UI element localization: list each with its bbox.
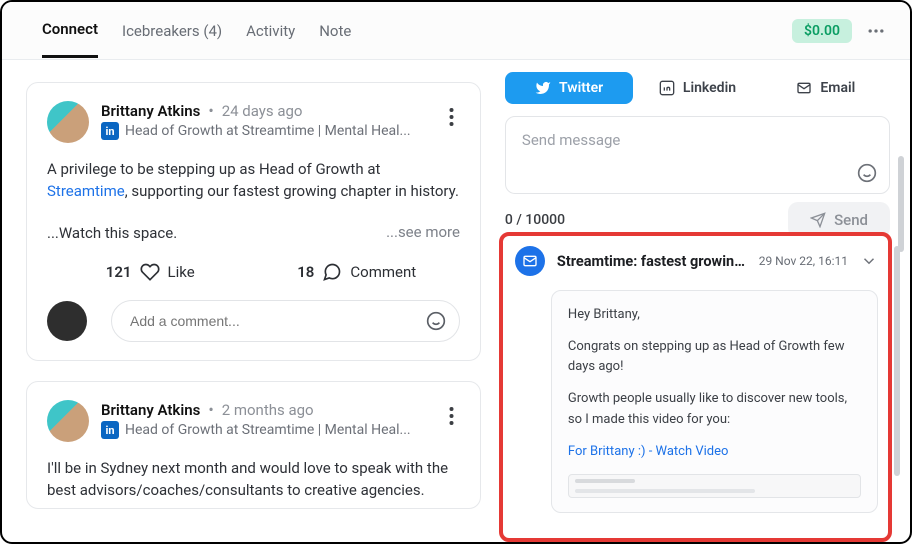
main-tabs: Connect Icebreakers (4) Activity Note — [42, 2, 351, 59]
feed-post: Brittany Atkins • 24 days ago in Head of… — [26, 82, 481, 361]
like-label: Like — [168, 263, 195, 281]
send-button-label: Send — [834, 211, 868, 229]
post-body-line2: ...Watch this space. — [47, 223, 177, 245]
feed-post: Brittany Atkins • 2 months ago in Head o… — [26, 381, 481, 509]
composer-placeholder: Send message — [506, 117, 889, 163]
balance-badge: $0.00 — [792, 19, 852, 43]
separator-dot: • — [204, 101, 217, 120]
post-author-role: Head of Growth at Streamtime | Mental He… — [125, 123, 411, 139]
email-body: Hey Brittany, Congrats on stepping up as… — [551, 290, 878, 513]
scrollbar-thumb[interactable] — [894, 246, 900, 476]
more-icon[interactable] — [866, 21, 886, 41]
like-button[interactable]: 121 Like — [47, 262, 253, 282]
add-comment-input[interactable] — [111, 300, 460, 342]
tab-icebreakers[interactable]: Icebreakers (4) — [122, 5, 222, 57]
post-author[interactable]: Brittany Atkins — [101, 102, 200, 120]
twitter-icon — [535, 80, 551, 96]
post-body: A privilege to be stepping up as Head of… — [47, 159, 460, 203]
channel-linkedin-label: Linkedin — [683, 80, 736, 96]
emoji-icon[interactable] — [857, 163, 877, 183]
post-author[interactable]: Brittany Atkins — [101, 401, 200, 419]
post-body: I'll be in Sydney next month and would l… — [47, 458, 460, 502]
post-age: 24 days ago — [222, 102, 303, 120]
like-count: 121 — [106, 263, 132, 281]
post-menu-icon[interactable] — [443, 400, 460, 432]
see-more-link[interactable]: ...see more — [386, 223, 460, 245]
email-thread-icon — [515, 246, 545, 276]
channel-switcher: Twitter Linkedin Email — [505, 72, 890, 104]
channel-email[interactable]: Email — [762, 72, 890, 104]
chevron-down-icon[interactable] — [860, 252, 878, 270]
channel-twitter[interactable]: Twitter — [505, 72, 633, 104]
comment-button[interactable]: 18 Comment — [253, 262, 459, 282]
avatar[interactable] — [47, 101, 89, 143]
post-body-link[interactable]: Streamtime — [47, 182, 125, 200]
linkedin-badge-icon: in — [101, 421, 119, 439]
email-thread-callout: Streamtime: fastest growin... 29 Nov 22,… — [499, 232, 892, 542]
email-date: 29 Nov 22, 16:11 — [759, 254, 848, 268]
comment-label: Comment — [350, 263, 416, 281]
channel-email-label: Email — [820, 80, 855, 96]
self-avatar[interactable] — [47, 301, 87, 341]
emoji-icon[interactable] — [426, 311, 446, 331]
email-paragraph: Congrats on stepping up as Head of Growt… — [568, 337, 861, 377]
message-composer[interactable]: Send message — [505, 116, 890, 194]
email-subject[interactable]: Streamtime: fastest growin... — [557, 253, 747, 270]
scrollbar-thumb[interactable] — [898, 156, 904, 252]
post-menu-icon[interactable] — [443, 101, 460, 133]
tab-connect[interactable]: Connect — [42, 3, 98, 58]
video-thumbnail[interactable] — [568, 474, 861, 498]
comment-icon — [322, 262, 342, 282]
separator-dot: • — [204, 400, 217, 419]
char-counter: 0 / 10000 — [505, 212, 565, 228]
envelope-icon — [796, 80, 812, 96]
tab-activity[interactable]: Activity — [246, 5, 295, 57]
heart-icon — [140, 262, 160, 282]
post-author-role: Head of Growth at Streamtime | Mental He… — [125, 422, 411, 438]
feed-column: Brittany Atkins • 24 days ago in Head of… — [2, 60, 499, 542]
comment-count: 18 — [297, 263, 314, 281]
channel-twitter-label: Twitter — [559, 80, 603, 96]
linkedin-badge-icon: in — [101, 122, 119, 140]
tab-note[interactable]: Note — [319, 5, 351, 57]
post-age: 2 months ago — [222, 401, 314, 419]
send-icon — [810, 212, 826, 228]
linkedin-icon — [659, 80, 675, 96]
channel-linkedin[interactable]: Linkedin — [633, 72, 761, 104]
video-link[interactable]: For Brittany :) - Watch Video — [568, 444, 729, 459]
email-paragraph: Growth people usually like to discover n… — [568, 389, 861, 429]
email-greeting: Hey Brittany, — [568, 305, 861, 325]
right-panel: Twitter Linkedin Email Send message 0 — [499, 60, 910, 542]
avatar[interactable] — [47, 400, 89, 442]
